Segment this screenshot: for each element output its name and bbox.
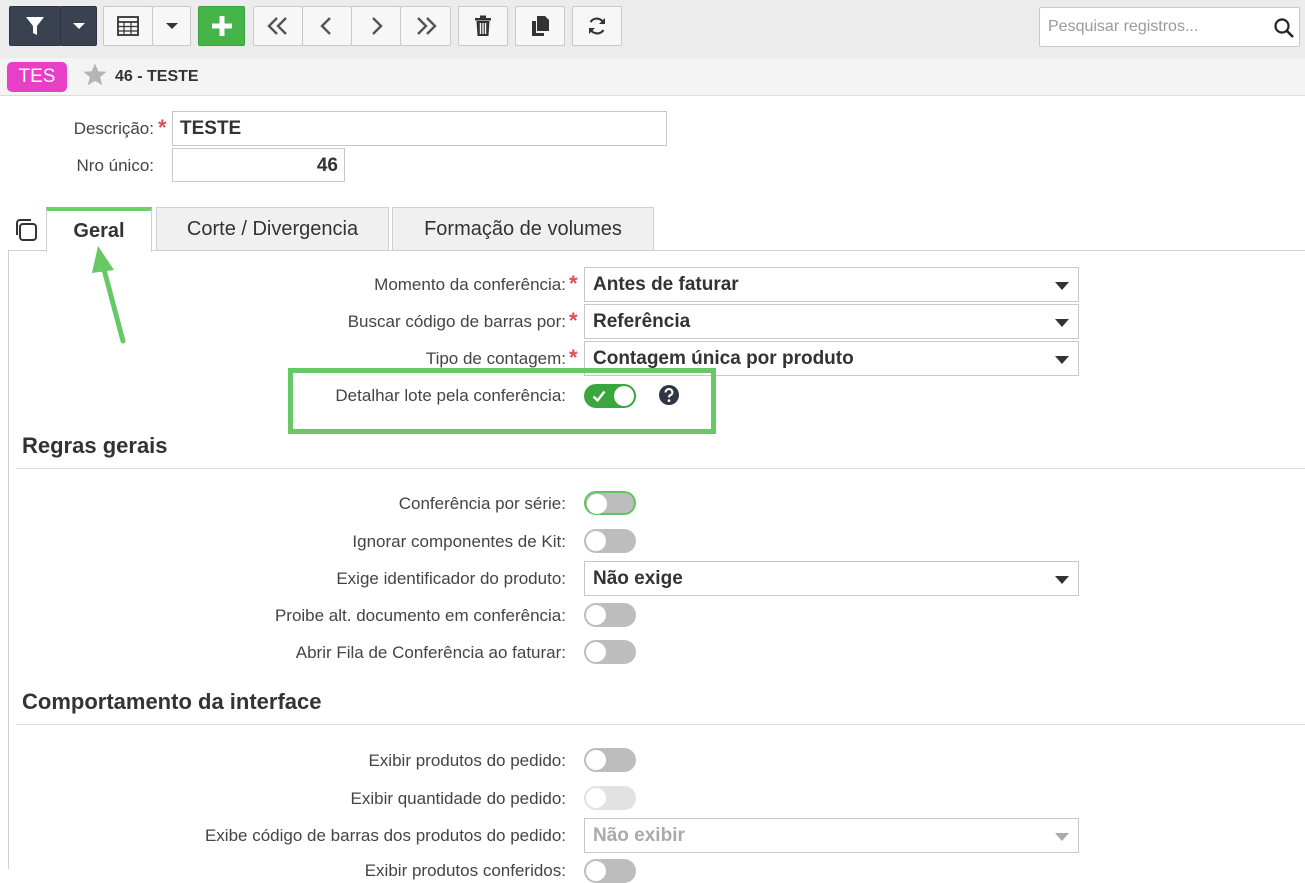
buscar-value: Referência <box>593 311 691 332</box>
double-chevron-left-icon <box>267 17 287 35</box>
exige-identificador-select[interactable]: Não exige <box>584 561 1079 596</box>
abrir-fila-toggle[interactable] <box>584 640 636 664</box>
table-icon <box>117 16 139 36</box>
required-asterisk: * <box>569 308 578 333</box>
tab-panel-border <box>8 250 1305 251</box>
caret-down-icon <box>1055 282 1069 290</box>
exibe-codigo-barras-value: Não exibir <box>593 825 685 846</box>
plus-icon <box>211 16 232 36</box>
detalhar-lote-label: Detalhar lote pela conferência: <box>335 386 566 405</box>
exibe-codigo-barras-label: Exibe código de barras dos produtos do p… <box>204 826 566 845</box>
abrir-fila-label: Abrir Fila de Conferência ao faturar: <box>295 643 566 662</box>
record-badge: TES <box>7 62 67 92</box>
chevron-left-icon <box>320 17 331 35</box>
nro-unico-field[interactable]: 46 <box>172 148 345 182</box>
toggle-knob <box>586 788 606 808</box>
momento-value: Antes de faturar <box>593 274 739 295</box>
grid-view-button[interactable] <box>103 6 153 46</box>
record-title: 46 - TESTE <box>115 68 199 85</box>
first-record-button[interactable] <box>253 6 303 46</box>
search-icon[interactable] <box>1273 17 1295 39</box>
toggle-knob <box>614 386 634 406</box>
double-chevron-right-icon <box>416 17 437 35</box>
tipo-contagem-value: Contagem única por produto <box>593 348 854 369</box>
detalhar-lote-toggle[interactable] <box>584 384 636 408</box>
caret-down-icon <box>1055 833 1069 841</box>
help-icon[interactable] <box>658 384 680 406</box>
exibir-quantidade-label: Exibir quantidade do pedido: <box>350 789 567 808</box>
nro-unico-label: Nro único: <box>76 156 154 175</box>
proibe-alt-label: Proibe alt. documento em conferência: <box>274 606 566 625</box>
delete-button[interactable] <box>458 6 508 46</box>
filter-icon <box>26 17 44 35</box>
nro-unico-value: 46 <box>316 155 338 176</box>
tab-panel-left-border <box>8 250 9 869</box>
previous-record-button[interactable] <box>302 6 352 46</box>
buscar-select[interactable]: Referência <box>584 304 1079 339</box>
caret-down-icon <box>1055 356 1069 364</box>
required-asterisk: * <box>158 115 167 140</box>
momento-label: Momento da conferência: <box>374 275 566 294</box>
descricao-label: Descrição: <box>73 119 154 138</box>
exige-identificador-label: Exige identificador do produto: <box>336 569 566 588</box>
toggle-knob <box>586 642 606 662</box>
conferencia-serie-label: Conferência por série: <box>398 494 566 513</box>
add-button[interactable] <box>198 6 245 46</box>
toggle-knob <box>587 494 607 514</box>
duplicate-button[interactable] <box>515 6 565 46</box>
caret-down-icon <box>1055 576 1069 584</box>
grid-view-dropdown-button[interactable] <box>152 6 191 46</box>
toggle-knob <box>586 750 606 770</box>
conferencia-serie-toggle[interactable] <box>584 491 636 515</box>
exibir-produtos-label: Exibir produtos do pedido: <box>368 751 566 770</box>
ignorar-kit-label: Ignorar componentes de Kit: <box>352 532 566 551</box>
search-input[interactable] <box>1046 17 1270 37</box>
exige-identificador-value: Não exige <box>593 568 683 589</box>
copy-tabs-icon[interactable] <box>13 217 39 243</box>
required-asterisk: * <box>569 271 578 296</box>
search-box <box>1039 7 1300 47</box>
descricao-field[interactable]: TESTE <box>172 111 667 146</box>
refresh-button[interactable] <box>572 6 622 46</box>
toggle-knob <box>586 605 606 625</box>
caret-down-icon <box>72 23 85 29</box>
check-icon <box>592 390 606 403</box>
tipo-contagem-label: Tipo de contagem: <box>425 349 566 368</box>
exibir-conferidos-toggle[interactable] <box>584 859 636 883</box>
exibir-conferidos-label: Exibir produtos conferidos: <box>364 861 566 880</box>
tab-corte-divergencia[interactable]: Corte / Divergencia <box>156 207 389 251</box>
regras-gerais-heading: Regras gerais <box>22 433 168 458</box>
chevron-right-icon <box>372 17 383 35</box>
next-record-button[interactable] <box>351 6 401 46</box>
refresh-icon <box>588 17 606 35</box>
caret-down-icon <box>1055 319 1069 327</box>
ignorar-kit-toggle[interactable] <box>584 529 636 553</box>
comportamento-interface-heading: Comportamento da interface <box>22 689 322 714</box>
toggle-knob <box>586 531 606 551</box>
buscar-label: Buscar código de barras por: <box>347 312 566 331</box>
descricao-value: TESTE <box>180 118 242 139</box>
exibir-produtos-toggle[interactable] <box>584 748 636 772</box>
toggle-knob <box>586 861 606 881</box>
caret-down-icon <box>165 23 178 29</box>
filter-dropdown-button[interactable] <box>60 6 97 46</box>
last-record-button[interactable] <box>400 6 451 46</box>
star-icon[interactable] <box>82 62 108 88</box>
exibe-codigo-barras-select[interactable]: Não exibir <box>584 818 1079 853</box>
section-divider <box>16 468 1305 469</box>
momento-select[interactable]: Antes de faturar <box>584 267 1079 302</box>
trash-icon <box>475 15 491 36</box>
proibe-alt-toggle[interactable] <box>584 603 636 627</box>
tab-formacao-volumes[interactable]: Formação de volumes <box>392 207 654 251</box>
exibir-quantidade-toggle[interactable] <box>584 786 636 810</box>
filter-button[interactable] <box>9 6 61 46</box>
section-divider <box>16 724 1305 725</box>
copy-icon <box>532 16 549 36</box>
annotation-arrow <box>92 246 126 344</box>
